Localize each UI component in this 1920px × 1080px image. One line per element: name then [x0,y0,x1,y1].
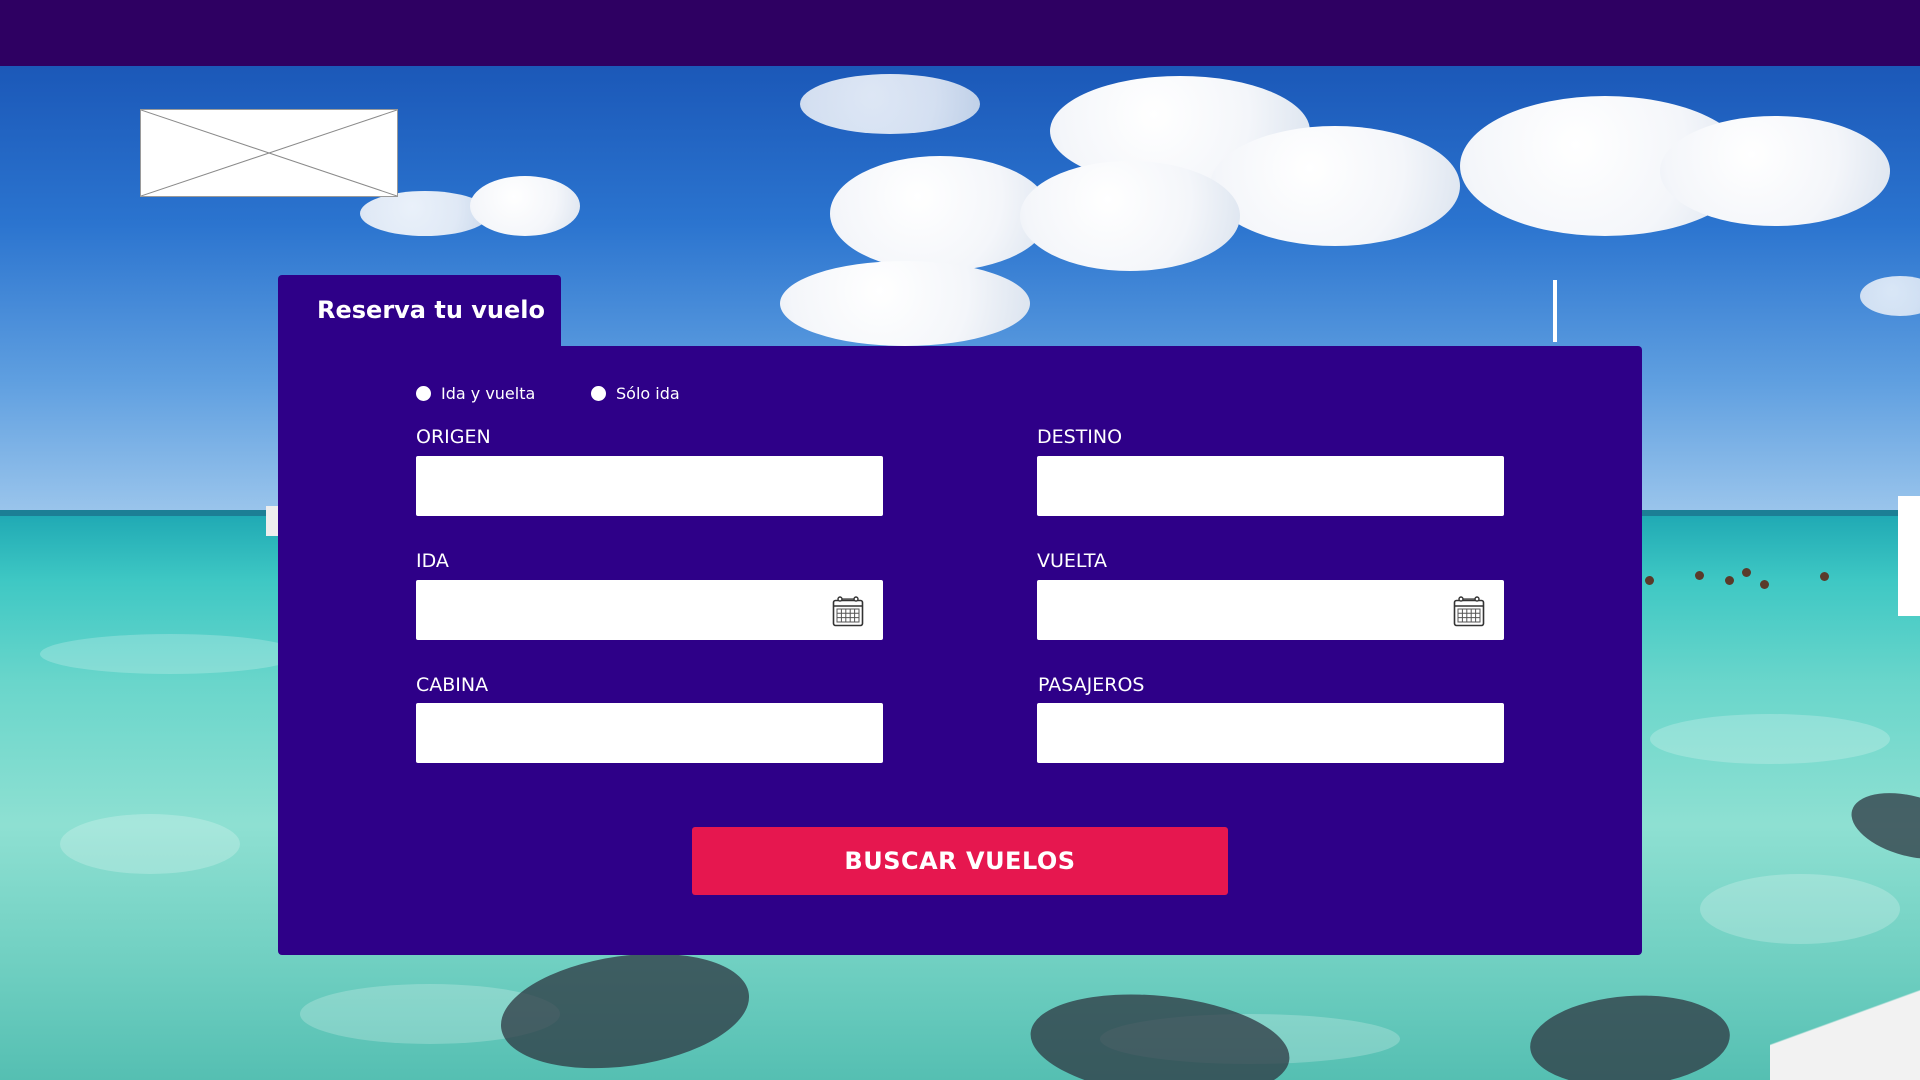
passengers-label: PASAJEROS [1038,674,1145,696]
calendar-icon[interactable] [1452,594,1486,628]
trip-type-round-trip[interactable]: Ida y vuelta [416,384,535,403]
cloud [830,156,1050,271]
trip-type-one-way[interactable]: Sólo ida [591,384,680,403]
swimmer [1742,568,1751,577]
swimmer [1760,580,1769,589]
swimmer [1820,572,1829,581]
top-bar [0,0,1920,66]
departure-date-field[interactable] [416,580,883,640]
search-flights-button[interactable]: BUSCAR VUELOS [692,827,1228,895]
calendar-icon[interactable] [831,594,865,628]
page: Reserva tu vuelo Ida y vuelta Sólo ida O… [0,0,1920,1080]
broken-image-icon [141,110,397,196]
destination-input[interactable] [1037,456,1504,516]
water-shimmer [1700,874,1900,944]
booking-title: Reserva tu vuelo [317,296,545,324]
destination-label: DESTINO [1037,426,1123,448]
radio-button[interactable] [416,386,431,401]
swimmer [1725,576,1734,585]
booking-form: Ida y vuelta Sólo ida ORIGEN DESTINO IDA [278,346,1642,955]
cloud [360,191,490,236]
cloud [800,74,980,134]
logo-placeholder [140,109,398,197]
cabin-input[interactable] [416,703,883,763]
cloud [1210,126,1460,246]
return-label: VUELTA [1037,550,1108,572]
passengers-input[interactable] [1037,703,1504,763]
cloud [1660,116,1890,226]
cloud [470,176,580,236]
water-shimmer [60,814,240,874]
departure-label: IDA [416,550,449,572]
boat [1770,970,1920,1080]
cloud [780,261,1030,346]
booking-tab[interactable]: Reserva tu vuelo [278,275,561,347]
water-shimmer [1650,714,1890,764]
swimmer [1645,576,1654,585]
origin-input[interactable] [416,456,883,516]
boat-mast [1553,280,1557,342]
radio-label: Sólo ida [616,384,680,403]
radio-label: Ida y vuelta [441,384,536,403]
boat [266,506,278,536]
water-shimmer [40,634,300,674]
swimmer [1695,571,1704,580]
radio-button[interactable] [591,386,606,401]
cloud [1020,161,1240,271]
origin-label: ORIGEN [416,426,491,448]
cabin-label: CABINA [416,674,489,696]
return-date-field[interactable] [1037,580,1504,640]
boat [1898,496,1920,616]
